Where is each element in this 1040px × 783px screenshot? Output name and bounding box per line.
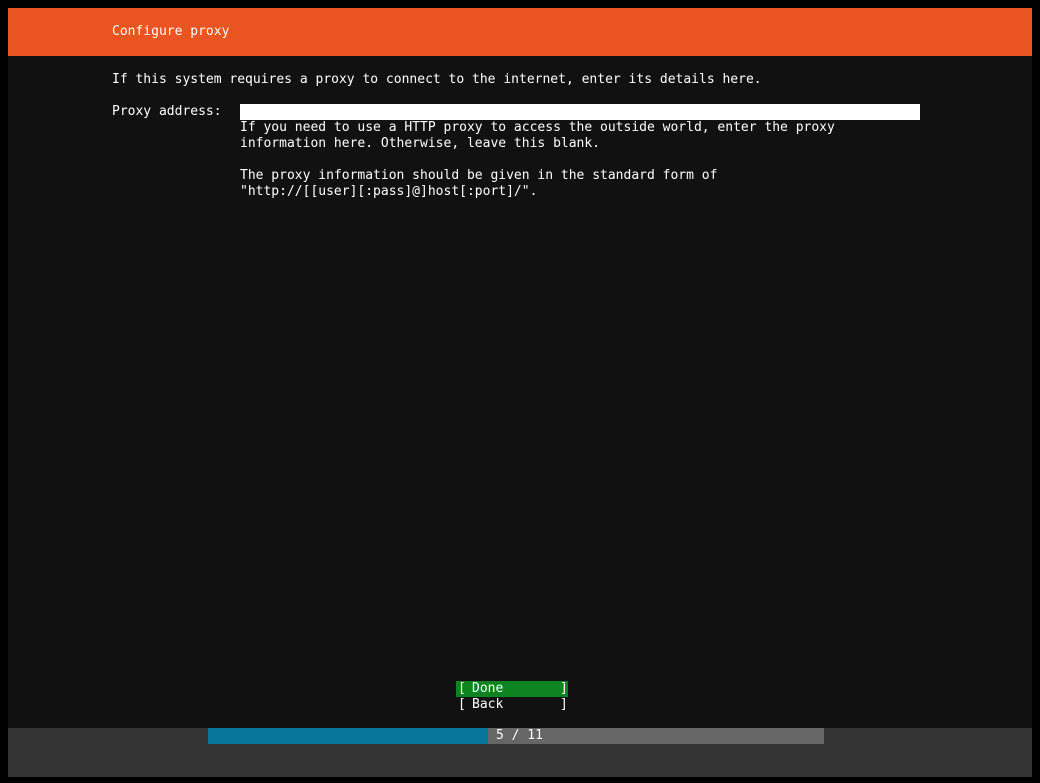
footer-bar: 5 / 11 bbox=[8, 728, 1032, 777]
done-bracket-left: [ bbox=[458, 681, 466, 696]
page-title: Configure proxy bbox=[112, 24, 230, 39]
help-line: information here. Otherwise, leave this … bbox=[240, 136, 601, 151]
header-bar: Configure proxy bbox=[8, 8, 1032, 56]
done-button[interactable]: [ Done ] bbox=[456, 681, 568, 697]
installer-screen: Configure proxy If this system requires … bbox=[8, 8, 1032, 777]
proxy-address-input[interactable] bbox=[240, 104, 920, 120]
intro-text: If this system requires a proxy to conne… bbox=[112, 72, 762, 87]
help-line: The proxy information should be given in… bbox=[240, 168, 718, 183]
back-bracket-left: [ bbox=[458, 697, 466, 712]
help-line: "http://[[user][:pass]@]host[:port]/". bbox=[240, 184, 538, 199]
back-bracket-right: ] bbox=[560, 697, 568, 712]
back-button-label: Back bbox=[472, 697, 504, 712]
back-button[interactable]: [ Back ] bbox=[456, 697, 568, 713]
done-button-label: Done bbox=[472, 681, 504, 696]
proxy-address-label: Proxy address: bbox=[112, 104, 222, 119]
done-bracket-right: ] bbox=[560, 681, 568, 696]
progress-bar: 5 / 11 bbox=[208, 728, 824, 744]
progress-fill bbox=[208, 728, 488, 744]
help-line: If you need to use a HTTP proxy to acces… bbox=[240, 120, 835, 135]
progress-text: 5 / 11 bbox=[496, 728, 543, 743]
